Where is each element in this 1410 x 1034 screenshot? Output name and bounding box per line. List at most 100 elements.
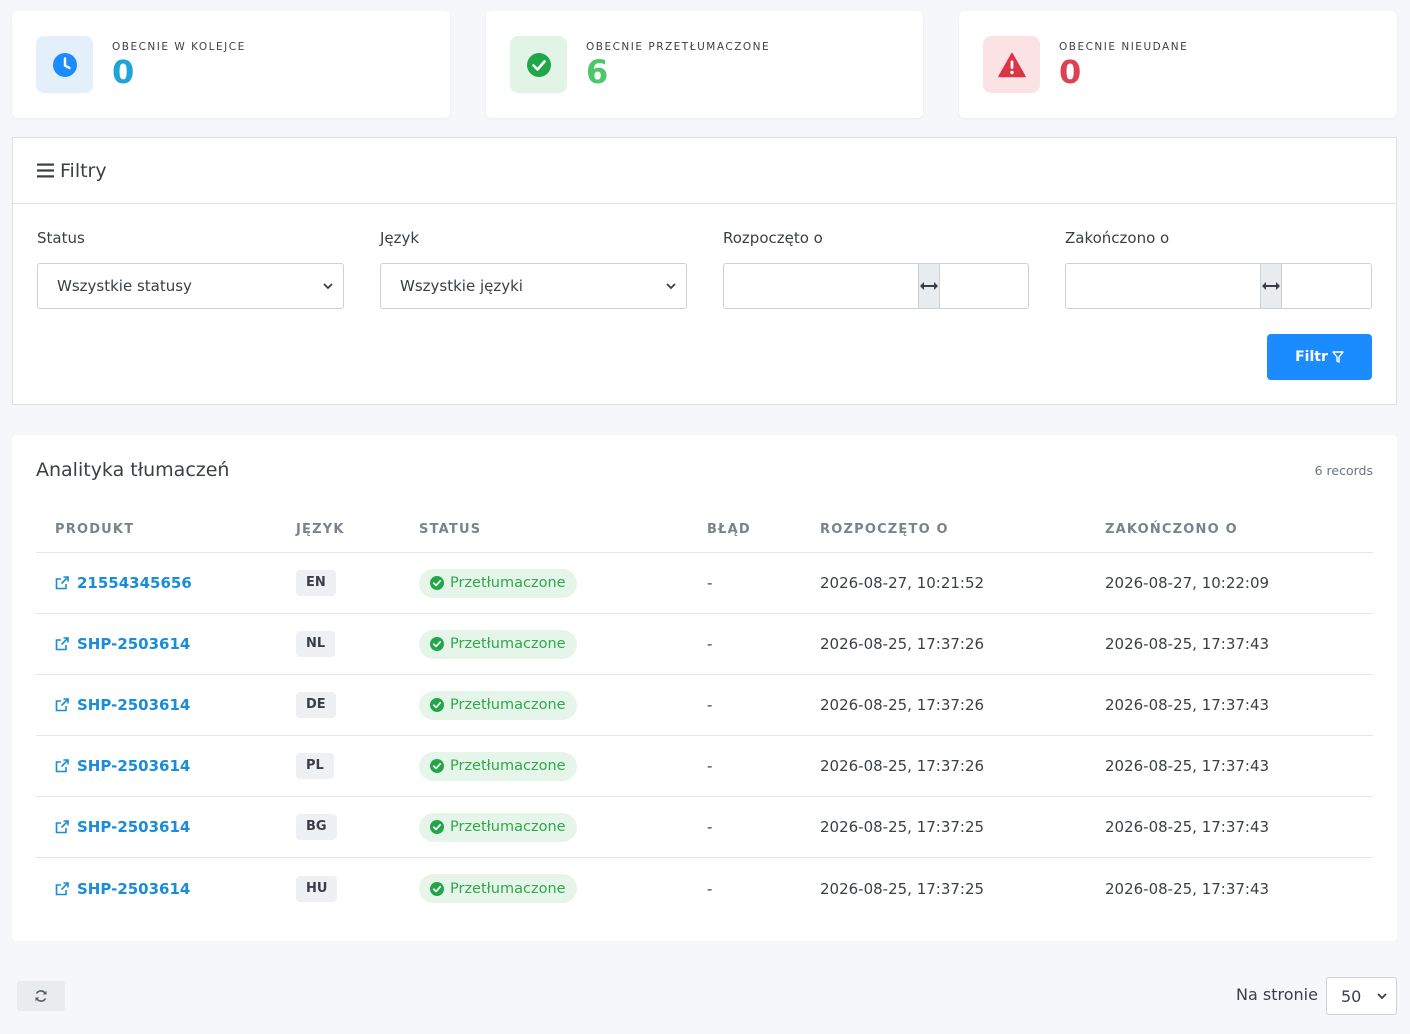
stat-value: 0 — [1059, 53, 1082, 91]
arrows-horizontal-icon — [918, 264, 940, 308]
language-badge: BG — [296, 814, 337, 840]
ended-filter: Zakończono o — [1065, 229, 1410, 309]
started-range — [723, 263, 1134, 309]
filter-button[interactable]: Filtr — [1267, 334, 1372, 380]
product-link[interactable]: SHP-2503614 — [55, 635, 190, 653]
analytics-panel: Analityka tłumaczeń 6 records PRODUKT JĘ… — [12, 435, 1397, 941]
started-cell: 2026-08-25, 17:37:26 — [820, 696, 985, 714]
language-badge: PL — [296, 753, 334, 779]
stat-label: OBECNIE NIEUDANE — [1059, 41, 1189, 53]
table-row: SHP-2503614 HU Przetłumaczone - 2026-08-… — [36, 858, 1373, 919]
analytics-title: Analityka tłumaczeń — [36, 459, 230, 481]
per-page-select[interactable]: 50 — [1326, 977, 1397, 1015]
menu-icon — [37, 163, 54, 178]
started-filter: Rozpoczęto o — [723, 229, 1134, 309]
product-id: SHP-2503614 — [77, 818, 191, 836]
clock-icon — [36, 36, 93, 93]
status-text: Przetłumaczone — [450, 636, 566, 652]
arrows-horizontal-icon — [1260, 264, 1282, 308]
status-badge: Przetłumaczone — [419, 751, 577, 781]
per-page-label: Na stronie — [1236, 985, 1318, 1004]
ended-cell: 2026-08-25, 17:37:43 — [1105, 757, 1270, 775]
status-select[interactable]: Wszystkie statusy — [37, 263, 344, 309]
check-circle-icon — [430, 759, 444, 773]
refresh-icon — [35, 990, 47, 1002]
refresh-button[interactable] — [17, 981, 65, 1011]
status-badge: Przetłumaczone — [419, 812, 577, 842]
external-link-icon — [55, 698, 69, 712]
filters-panel: Filtry Status Wszystkie statusy Język Ws… — [12, 137, 1410, 405]
status-badge: Przetłumaczone — [419, 874, 577, 903]
warning-icon — [983, 36, 1040, 93]
ended-cell: 2026-08-27, 10:22:09 — [1105, 574, 1270, 592]
product-id: 21554345656 — [77, 574, 192, 592]
records-count: 6 records — [1314, 463, 1373, 478]
product-id: SHP-2503614 — [77, 696, 191, 714]
column-header-product[interactable]: PRODUKT — [55, 522, 134, 537]
status-text: Przetłumaczone — [450, 758, 566, 774]
chevron-down-icon — [666, 282, 676, 289]
column-header-language[interactable]: JĘZYK — [296, 522, 345, 537]
check-circle-icon — [430, 820, 444, 834]
error-cell: - — [707, 635, 713, 653]
language-badge: EN — [296, 570, 336, 596]
column-header-status[interactable]: STATUS — [419, 522, 481, 537]
per-page-value: 50 — [1341, 986, 1362, 1006]
check-circle-icon — [430, 576, 444, 590]
stat-label: OBECNIE W KOLEJCE — [112, 41, 246, 53]
product-link[interactable]: SHP-2503614 — [55, 696, 190, 714]
product-id: SHP-2503614 — [77, 757, 191, 775]
product-link[interactable]: SHP-2503614 — [55, 880, 190, 898]
status-badge: Przetłumaczone — [419, 629, 577, 659]
language-badge: DE — [296, 692, 336, 718]
chevron-down-icon — [323, 282, 333, 289]
language-select[interactable]: Wszystkie języki — [380, 263, 687, 309]
column-header-ended[interactable]: ZAKOŃCZONO O — [1105, 522, 1238, 537]
stats-row: OBECNIE W KOLEJCE 0 OBECNIE PRZETŁUMACZO… — [12, 11, 1397, 118]
started-cell: 2026-08-25, 17:37:25 — [820, 818, 985, 836]
product-link[interactable]: SHP-2503614 — [55, 757, 190, 775]
ended-to-input[interactable] — [1282, 264, 1410, 308]
filters-title: Filtry — [60, 159, 107, 182]
external-link-icon — [55, 881, 69, 895]
funnel-icon — [1332, 351, 1344, 363]
product-link[interactable]: SHP-2503614 — [55, 818, 190, 836]
language-badge: HU — [296, 875, 338, 902]
product-id: SHP-2503614 — [77, 879, 191, 898]
table-row: SHP-2503614 DE Przetłumaczone - 2026-08-… — [36, 675, 1373, 736]
ended-cell: 2026-08-25, 17:37:43 — [1105, 696, 1270, 714]
status-badge: Przetłumaczone — [419, 568, 577, 598]
status-text: Przetłumaczone — [450, 697, 566, 713]
filter-button-label: Filtr — [1295, 349, 1328, 365]
started-from-input[interactable] — [724, 264, 918, 308]
status-select-value: Wszystkie statusy — [57, 277, 192, 295]
stat-value: 6 — [586, 53, 609, 91]
product-link[interactable]: 21554345656 — [55, 574, 192, 592]
table-body: 21554345656 EN Przetłumaczone - 2026-08-… — [36, 553, 1373, 919]
external-link-icon — [55, 637, 69, 651]
language-select-value: Wszystkie języki — [400, 277, 523, 295]
status-text: Przetłumaczone — [450, 575, 566, 591]
stat-label: OBECNIE PRZETŁUMACZONE — [586, 41, 771, 53]
error-cell: - — [707, 818, 713, 836]
language-badge: NL — [296, 631, 336, 657]
external-link-icon — [55, 820, 69, 834]
check-circle-icon — [430, 698, 444, 712]
check-circle-icon — [430, 881, 444, 896]
error-cell: - — [707, 879, 713, 898]
table-row: SHP-2503614 BG Przetłumaczone - 2026-08-… — [36, 797, 1373, 858]
ended-cell: 2026-08-25, 17:37:43 — [1105, 635, 1270, 653]
column-header-started[interactable]: ROZPOCZĘTO O — [820, 522, 949, 537]
ended-from-input[interactable] — [1066, 264, 1260, 308]
column-header-error[interactable]: BŁĄD — [707, 522, 751, 537]
translations-table: PRODUKT JĘZYK STATUS BŁĄD ROZPOCZĘTO O Z… — [36, 507, 1373, 919]
ended-cell: 2026-08-25, 17:37:43 — [1105, 818, 1270, 836]
check-circle-icon — [510, 36, 567, 93]
started-cell: 2026-08-25, 17:37:26 — [820, 757, 985, 775]
stat-card-failed: OBECNIE NIEUDANE 0 — [959, 11, 1397, 118]
external-link-icon — [55, 576, 69, 590]
table-header: PRODUKT JĘZYK STATUS BŁĄD ROZPOCZĘTO O Z… — [36, 507, 1373, 553]
external-link-icon — [55, 759, 69, 773]
stat-card-queue: OBECNIE W KOLEJCE 0 — [12, 11, 450, 118]
error-cell: - — [707, 757, 713, 775]
